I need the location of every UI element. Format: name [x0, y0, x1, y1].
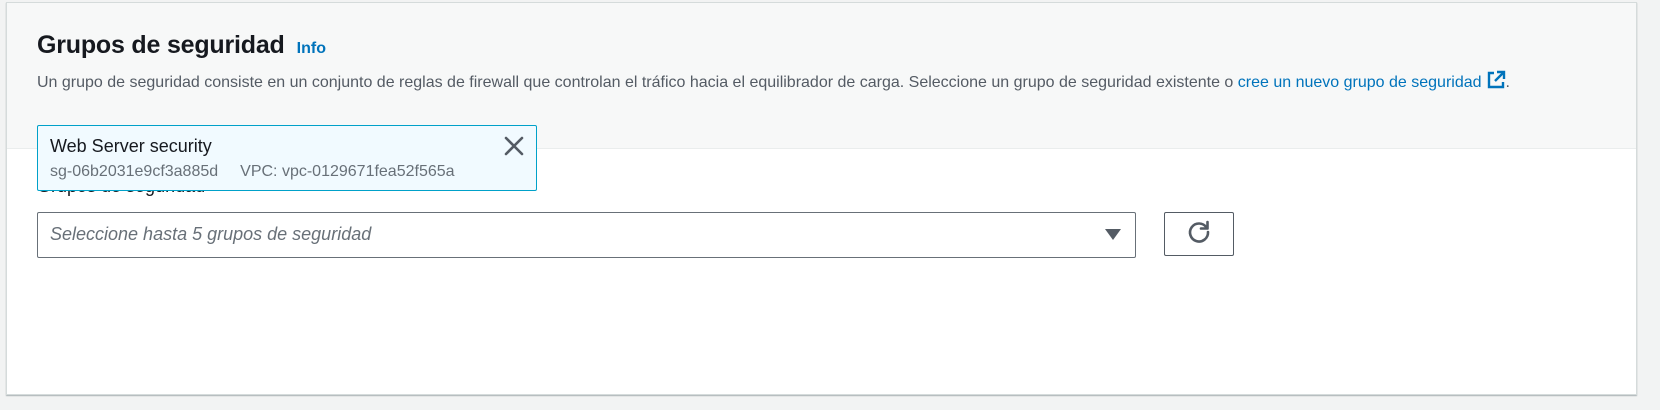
remove-token-button[interactable]: [502, 136, 526, 160]
token-name: Web Server security: [50, 136, 212, 156]
refresh-icon: [1186, 219, 1212, 250]
panel-description: Un grupo de seguridad consiste en un con…: [37, 70, 1597, 98]
info-link[interactable]: Info: [297, 40, 326, 58]
description-end: .: [1505, 74, 1510, 91]
select-row: Seleccione hasta 5 grupos de seguridad: [37, 212, 1606, 258]
create-security-group-link[interactable]: cree un nuevo grupo de seguridad: [1238, 70, 1506, 91]
token-meta: sg-06b2031e9cf3a885d VPC: vpc-0129671fea5…: [50, 162, 524, 182]
title-row: Grupos de seguridad Info: [37, 31, 1606, 60]
close-icon: [504, 136, 524, 161]
panel-title: Grupos de seguridad: [37, 31, 285, 59]
description-text: Un grupo de seguridad consiste en un con…: [37, 74, 1238, 91]
refresh-button[interactable]: [1164, 212, 1234, 256]
caret-down-icon: [1105, 229, 1121, 240]
token-group-id: sg-06b2031e9cf3a885d: [50, 163, 219, 180]
selected-security-group-token: Web Server security sg-06b2031e9cf3a885d…: [37, 125, 537, 191]
create-security-group-link-label[interactable]: cree un nuevo grupo de seguridad: [1238, 74, 1482, 91]
token-vpc: VPC: vpc-0129671fea52f565a: [240, 163, 455, 180]
external-link-icon[interactable]: [1486, 70, 1506, 98]
select-placeholder: Seleccione hasta 5 grupos de seguridad: [50, 224, 372, 244]
security-groups-select[interactable]: Seleccione hasta 5 grupos de seguridad: [37, 212, 1136, 258]
security-groups-panel: Grupos de seguridad Info Un grupo de seg…: [6, 2, 1637, 395]
